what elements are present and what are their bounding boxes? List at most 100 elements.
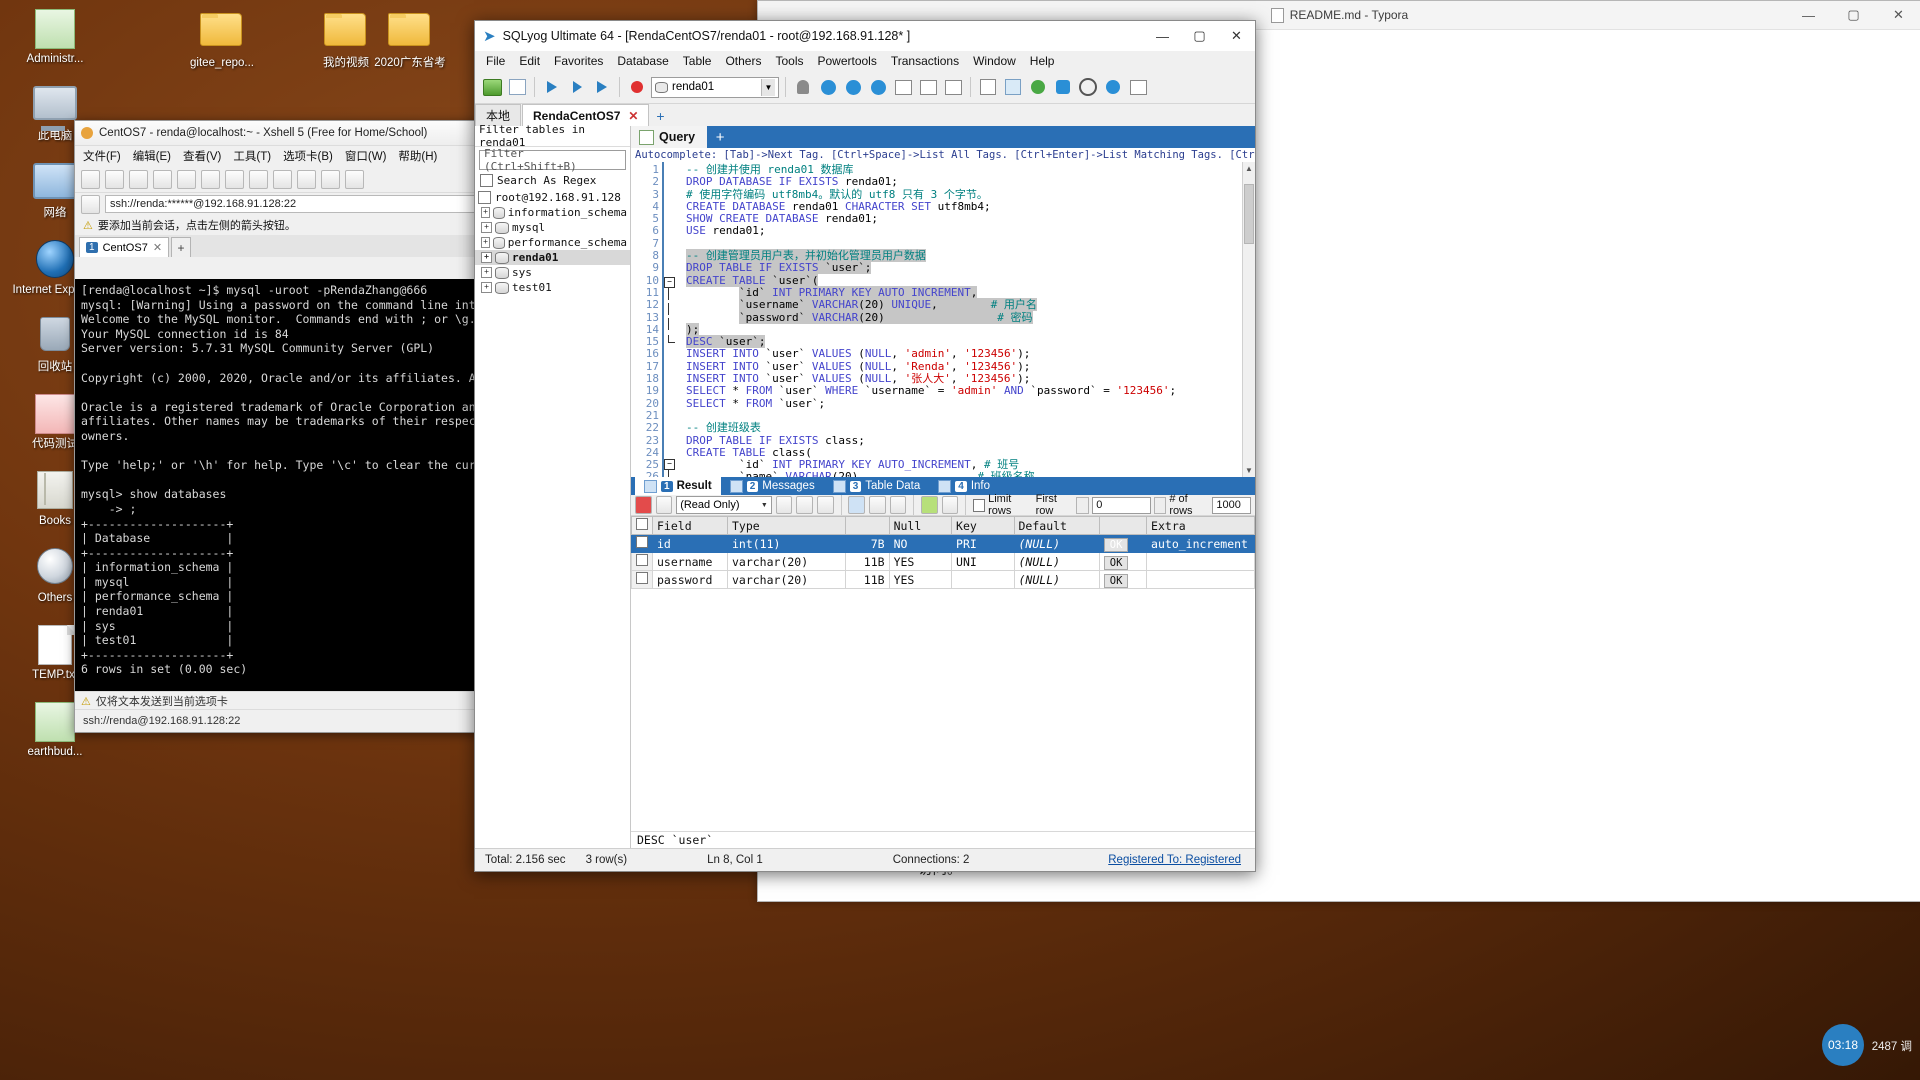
result-tab-table-data[interactable]: 3 Table Data [824,477,930,495]
table-cell[interactable]: 11B [845,570,890,589]
typora-maximize-button[interactable]: ▢ [1831,1,1876,29]
paste-icon[interactable] [177,169,196,189]
import-icon[interactable] [1002,76,1024,98]
database-selector[interactable]: renda01 ▼ [651,76,779,98]
editor-vertical-scrollbar[interactable]: ▲ ▼ [1242,162,1255,477]
table-row[interactable]: id int(11) 7B NO PRI (NULL) OK auto_increment [631,534,1255,553]
first-row-spinner[interactable] [1076,496,1090,514]
query-tab-strip[interactable]: Query + [631,126,1255,148]
result-toolbar[interactable]: (Read Only) ▼ Limit rows First row 0 # o… [631,493,1255,517]
result-grid-wrapper[interactable]: Field Type Null Key Default Extra id int(… [631,516,1255,831]
compose-icon[interactable] [273,169,292,189]
chevron-down-icon[interactable]: ▼ [761,78,775,96]
rows-count-input[interactable]: 1000 [1212,496,1251,514]
xshell-menu-tools[interactable]: 工具(T) [233,148,271,164]
menu-help[interactable]: Help [1023,52,1062,70]
grid-col-type[interactable]: Type [726,516,847,535]
new-session-icon[interactable] [81,169,100,189]
table-row[interactable]: password varchar(20) 11B YES (NULL) OK [631,570,1255,589]
execute-query-icon[interactable] [541,76,563,98]
sql-formatter-icon[interactable] [1102,76,1124,98]
xshell-menu-edit[interactable]: 编辑(E) [133,148,171,164]
xshell-menu-tabs[interactable]: 选项卡(B) [283,148,333,164]
row-checkbox-cell[interactable] [631,552,653,571]
grid-body[interactable]: id int(11) 7B NO PRI (NULL) OK auto_increment us… [631,534,1255,589]
menu-favorites[interactable]: Favorites [547,52,610,70]
table-cell[interactable]: OK [1098,552,1148,571]
reports-icon[interactable] [1127,76,1149,98]
menu-others[interactable]: Others [718,52,768,70]
table-cell[interactable]: UNI [951,552,1015,571]
grid-col-null[interactable]: Null [888,516,953,535]
menu-edit[interactable]: Edit [512,52,547,70]
table-cell[interactable]: varchar(20) [726,570,847,589]
checkbox-icon[interactable] [636,572,648,584]
grid-col-size[interactable] [845,516,890,535]
table-cell[interactable]: OK [1098,534,1148,553]
scroll-up-icon[interactable]: ▲ [1243,162,1255,175]
table-cell[interactable]: YES [888,552,953,571]
sqlyog-menu-bar[interactable]: File Edit Favorites Database Table Other… [475,51,1255,71]
table-cell[interactable] [1146,552,1255,571]
desktop-icon-administrator[interactable]: Administr... [7,9,103,66]
tree-node-mysql[interactable]: + mysql [475,220,630,235]
xshell-new-tab-button[interactable]: + [171,237,192,257]
query-tab[interactable]: Query [631,126,708,148]
limit-rows-group[interactable]: Limit rows First row 0 # of rows 1000 [973,493,1251,517]
close-icon[interactable]: ✕ [628,109,638,123]
xshell-menu-help[interactable]: 帮助(H) [398,148,437,164]
menu-window[interactable]: Window [966,52,1023,70]
user-manager-icon[interactable] [792,76,814,98]
execute-current-query-icon[interactable] [591,76,613,98]
menu-file[interactable]: File [479,52,512,70]
table-cell[interactable]: password [652,570,728,589]
table-cell[interactable] [1146,570,1255,589]
grid-view-icon[interactable] [848,496,866,514]
checkbox-icon[interactable] [636,518,648,530]
result-grid[interactable]: Field Type Null Key Default Extra id int(… [631,516,1255,589]
copy-icon[interactable] [153,169,172,189]
tree-node-performance-schema[interactable]: + performance_schema [475,235,630,250]
checkbox-icon[interactable] [973,498,986,512]
stop-icon[interactable] [635,496,652,514]
columns-icon[interactable] [655,496,673,514]
menu-database[interactable]: Database [610,52,675,70]
menu-tools[interactable]: Tools [768,52,810,70]
sqlyog-minimize-button[interactable]: — [1144,21,1181,51]
desktop-icon-2020-exam[interactable]: 2020广东省考 [366,8,454,70]
xshell-menu-file[interactable]: 文件(F) [83,148,121,164]
row-checkbox-cell[interactable] [631,534,653,553]
table-cell[interactable]: 7B [845,534,890,553]
grid-col-extra[interactable]: Extra [1146,516,1255,535]
stop-query-icon[interactable] [626,76,648,98]
typora-window-controls[interactable]: — ▢ ✕ [1786,1,1920,29]
checkbox-icon[interactable] [636,536,648,548]
backup-icon[interactable] [1052,76,1074,98]
sort-icon[interactable] [941,496,959,514]
scheduler-icon[interactable] [1077,76,1099,98]
schema-designer-icon[interactable] [892,76,914,98]
grid-col-key[interactable]: Key [951,516,1015,535]
result-tab-result[interactable]: 1 Result [635,477,721,495]
xshell-menu-window[interactable]: 窗口(W) [345,148,387,164]
text-view-icon[interactable] [889,496,907,514]
table-cell[interactable]: NO [888,534,953,553]
highlight-icon[interactable] [297,169,316,189]
new-connection-icon[interactable] [481,76,503,98]
table-cell[interactable]: PRI [951,534,1015,553]
schema-sync-icon[interactable] [842,76,864,98]
transfer-icon[interactable] [225,169,244,189]
table-cell[interactable]: (NULL) [1013,552,1100,571]
editor-code-area[interactable]: -- 创建并使用 renda01 数据库 DROP DATABASE IF EXI… [680,162,1242,477]
row-checkbox-cell[interactable] [631,570,653,589]
table-cell[interactable]: 11B [845,552,890,571]
first-row-spinner-right[interactable] [1153,496,1167,514]
export-icon[interactable] [977,76,999,98]
readonly-mode-selector[interactable]: (Read Only) ▼ [676,496,772,514]
help-icon[interactable] [345,169,364,189]
properties-icon[interactable] [321,169,340,189]
desktop-icon-gitee-repo[interactable]: gitee_repo... [178,8,266,70]
layout-icon[interactable] [249,169,268,189]
find-icon[interactable] [201,169,220,189]
grid-select-all-header[interactable] [631,516,653,535]
